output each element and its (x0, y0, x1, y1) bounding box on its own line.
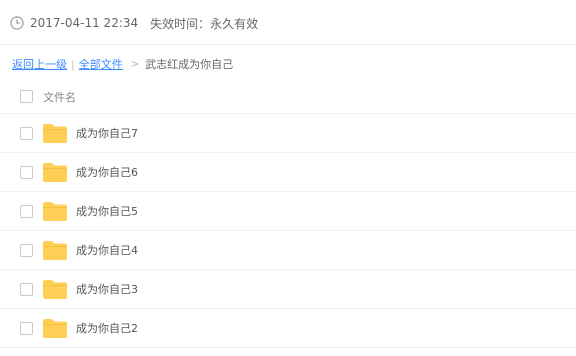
folder-icon (43, 240, 67, 260)
list-item[interactable]: 成为你自己7 (0, 114, 576, 153)
folder-icon (43, 318, 67, 338)
breadcrumb-separator: | (71, 57, 75, 71)
expire-label: 失效时间： (150, 16, 211, 31)
file-rows: 成为你自己7 成为你自己6 成为你自己5 成为你自己4 成为你自己3 成为你自己2 (0, 114, 576, 348)
share-info-bar: 2017-04-11 22:34 失效时间： 永久有效 (10, 13, 258, 33)
row-checkbox[interactable] (20, 165, 33, 179)
row-checkbox[interactable] (20, 204, 33, 218)
list-item[interactable]: 成为你自己6 (0, 153, 576, 192)
row-checkbox[interactable] (20, 282, 33, 296)
select-all-checkbox[interactable] (20, 90, 33, 103)
folder-icon (43, 162, 67, 182)
file-name[interactable]: 成为你自己6 (76, 164, 138, 180)
clock-icon (10, 16, 24, 30)
folder-icon (43, 279, 67, 299)
list-item[interactable]: 成为你自己4 (0, 231, 576, 270)
file-name[interactable]: 成为你自己4 (76, 242, 138, 258)
all-files-link[interactable]: 全部文件 (79, 56, 123, 72)
list-item[interactable]: 成为你自己5 (0, 192, 576, 231)
breadcrumb: 返回上一级 | 全部文件 > 武志红成为你自己 (12, 56, 233, 72)
list-header: 文件名 (0, 80, 576, 114)
row-checkbox[interactable] (20, 243, 33, 257)
file-name[interactable]: 成为你自己3 (76, 281, 138, 297)
row-checkbox[interactable] (20, 126, 33, 140)
file-name[interactable]: 成为你自己5 (76, 203, 138, 219)
list-item[interactable]: 成为你自己2 (0, 309, 576, 348)
share-time: 2017-04-11 22:34 (30, 16, 139, 30)
folder-icon (43, 201, 67, 221)
expire-value: 永久有效 (210, 16, 259, 31)
file-name[interactable]: 成为你自己7 (76, 125, 138, 141)
divider (0, 44, 576, 45)
file-name[interactable]: 成为你自己2 (76, 320, 138, 336)
breadcrumb-arrow: > (130, 58, 140, 70)
breadcrumb-current: 武志红成为你自己 (145, 58, 234, 71)
column-header-filename: 文件名 (43, 90, 76, 104)
back-link[interactable]: 返回上一级 (12, 56, 67, 72)
list-item[interactable]: 成为你自己3 (0, 270, 576, 309)
file-list: 文件名 成为你自己7 成为你自己6 成为你自己5 成为你自己4 成为你自己3 成为你自己2 (0, 80, 576, 348)
folder-icon (43, 123, 67, 143)
row-checkbox[interactable] (20, 321, 33, 335)
